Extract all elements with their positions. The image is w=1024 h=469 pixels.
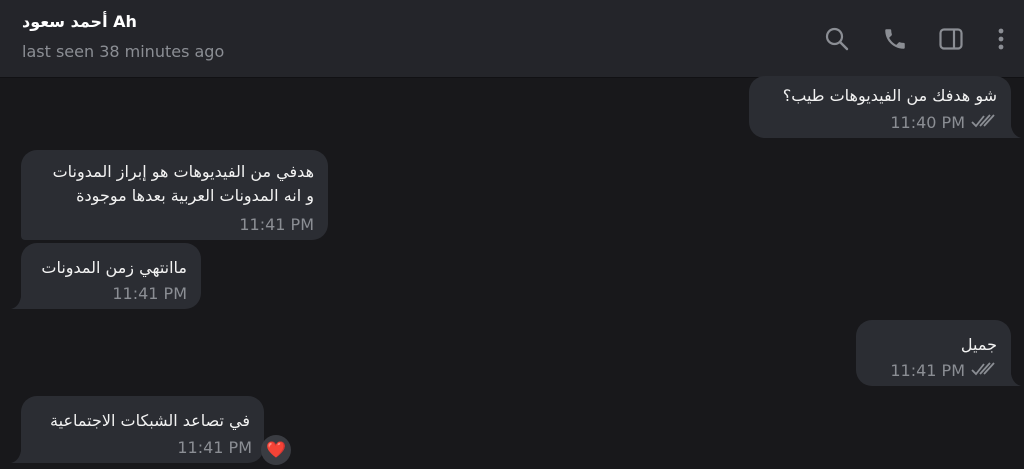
message-text-line: و انه المدونات العربية بعدها موجودة <box>76 186 314 205</box>
message-time: 11:41 PM <box>239 215 314 234</box>
message-outgoing[interactable]: شو هدفك من الفيديوهات طيب؟ 11:40 PM <box>749 76 1011 138</box>
heart-icon: ❤️ <box>266 440 286 459</box>
sidebar-toggle-icon[interactable] <box>936 24 966 54</box>
message-list[interactable]: شو هدفك من الفيديوهات طيب؟ 11:40 PM هدفي… <box>0 76 1024 469</box>
message-text: شو هدفك من الفيديوهات طيب؟ <box>782 86 997 105</box>
message-text: جميل <box>960 335 997 354</box>
bubble-tail <box>11 451 21 463</box>
read-double-check-icon <box>971 362 995 376</box>
chat-title[interactable]: أحمد سعود Ah <box>22 12 137 31</box>
bubble-tail <box>1011 374 1021 386</box>
message-incoming[interactable]: في تصاعد الشبكات الاجتماعية 11:41 PM <box>21 396 264 463</box>
message-time: 11:41 PM <box>112 284 187 303</box>
message-text-line: هدفي من الفيديوهات هو إبراز المدونات <box>52 162 314 181</box>
heart-reaction-badge[interactable]: ❤️ <box>261 435 291 465</box>
read-double-check-icon <box>971 114 995 128</box>
bubble-tail <box>1011 126 1021 138</box>
bubble-tail <box>11 297 21 309</box>
message-time: 11:41 PM <box>890 361 965 380</box>
phone-icon[interactable] <box>880 24 910 54</box>
message-time: 11:40 PM <box>890 113 965 132</box>
message-outgoing[interactable]: جميل 11:41 PM <box>856 320 1011 386</box>
chat-header: أحمد سعود Ah last seen 38 minutes ago <box>0 0 1024 78</box>
message-time: 11:41 PM <box>177 438 252 457</box>
more-vertical-icon[interactable] <box>986 24 1016 54</box>
message-incoming[interactable]: ماانتهي زمن المدونات 11:41 PM <box>21 243 201 309</box>
message-text: ماانتهي زمن المدونات <box>41 258 187 277</box>
last-seen-status: last seen 38 minutes ago <box>22 42 225 61</box>
message-text: في تصاعد الشبكات الاجتماعية <box>50 411 250 430</box>
message-incoming[interactable]: هدفي من الفيديوهات هو إبراز المدونات و ا… <box>21 150 328 240</box>
search-icon[interactable] <box>822 24 852 54</box>
